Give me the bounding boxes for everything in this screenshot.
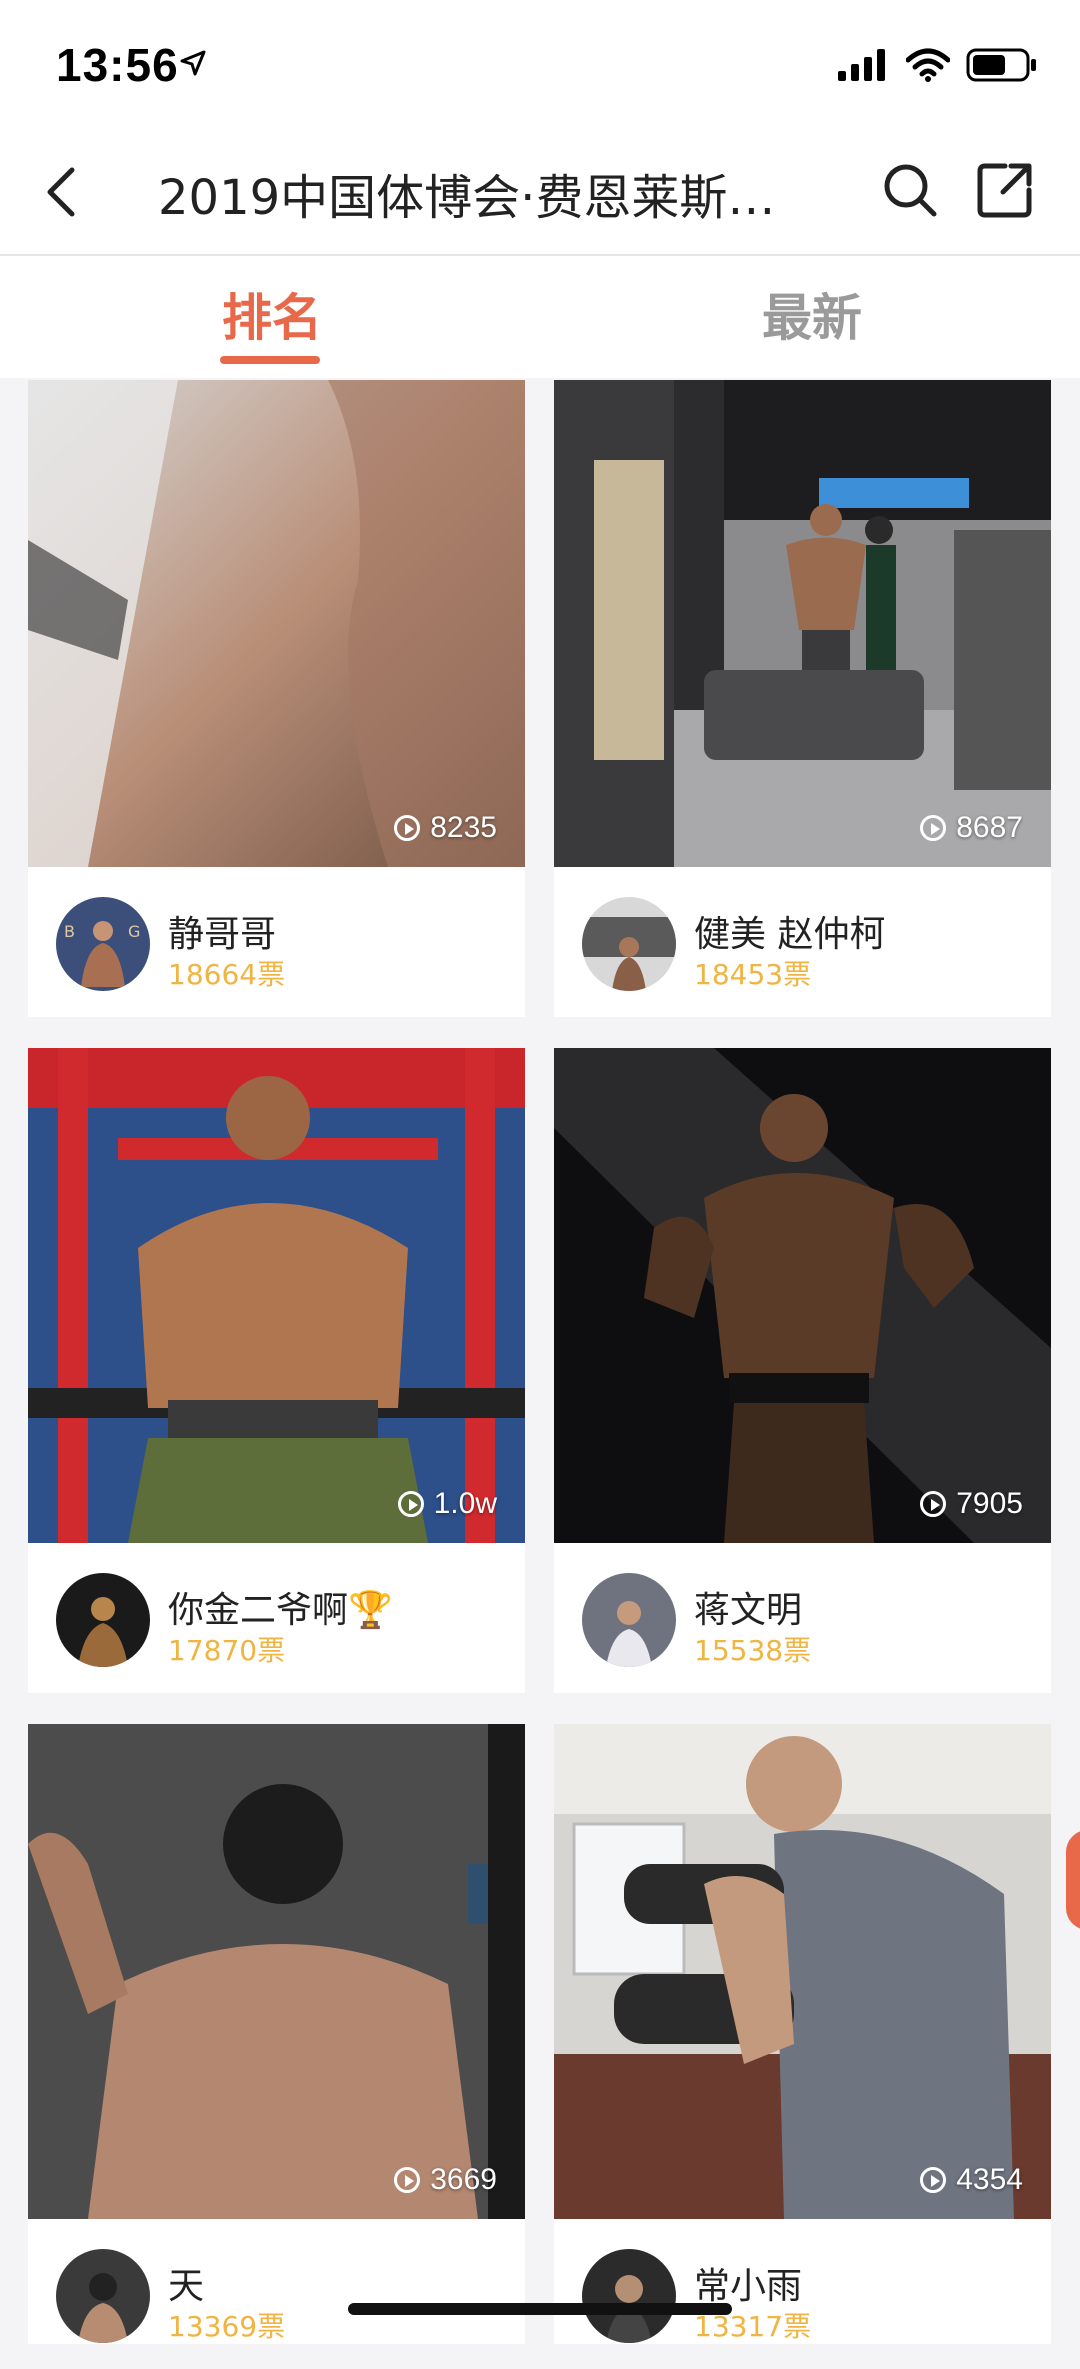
svg-text:B: B	[64, 922, 75, 941]
entry-name[interactable]: 天	[168, 2257, 204, 2309]
entry-card[interactable]: 4354 常小雨 13317票	[554, 1724, 1051, 2344]
play-count-value: 7905	[956, 1487, 1023, 1520]
entry-name[interactable]: 蒋文明	[694, 1581, 802, 1633]
entry-votes: 18453票	[694, 958, 812, 991]
thumbnail-image	[554, 380, 1051, 867]
thumbnail-image	[554, 1724, 1051, 2219]
avatar[interactable]: B G	[56, 897, 150, 991]
play-icon	[394, 815, 421, 841]
video-thumbnail[interactable]: 7905	[554, 1048, 1051, 1543]
tab-latest[interactable]: 最新	[762, 278, 862, 350]
play-icon	[394, 2167, 421, 2193]
entry-votes: 13369票	[168, 2310, 286, 2343]
play-icon	[920, 2167, 947, 2193]
thumbnail-image	[28, 1048, 525, 1543]
status-time: 13:56	[56, 39, 179, 91]
entry-card[interactable]: 7905 蒋文明 15538票	[554, 1048, 1051, 1693]
video-thumbnail[interactable]: 8235	[28, 380, 525, 867]
video-thumbnail[interactable]: 4354	[554, 1724, 1051, 2219]
avatar[interactable]	[582, 1573, 676, 1667]
entry-info: 健美 赵仲柯 18453票	[554, 867, 1051, 1017]
avatar[interactable]	[582, 897, 676, 991]
thumbnail-image	[28, 1724, 525, 2219]
play-count: 8687	[920, 811, 1023, 845]
play-count: 1.0w	[397, 1487, 497, 1521]
entry-votes: 17870票	[168, 1634, 286, 1667]
play-icon	[397, 1491, 424, 1517]
page-title: 2019中国体博会·费恩莱斯…	[158, 170, 776, 226]
location-arrow-icon	[180, 50, 206, 76]
play-count-value: 8687	[956, 811, 1023, 844]
entry-name[interactable]: 你金二爷啊🏆	[168, 1581, 393, 1633]
status-bar: 13:56	[0, 0, 1080, 130]
play-count: 8235	[394, 811, 497, 845]
entry-name[interactable]: 健美 赵仲柯	[694, 905, 885, 957]
signal-icon	[838, 49, 885, 81]
entry-card[interactable]: 1.0w 你金二爷啊🏆 17870票	[28, 1048, 525, 1693]
entry-votes: 18664票	[168, 958, 286, 991]
tab-bar: 排名 最新	[0, 256, 1080, 378]
video-thumbnail[interactable]: 1.0w	[28, 1048, 525, 1543]
entry-name[interactable]: 静哥哥	[168, 905, 276, 957]
back-icon[interactable]	[40, 160, 84, 224]
floating-action-button[interactable]	[1066, 1830, 1080, 1930]
entry-card[interactable]: 8235 B G 静哥哥 18664票	[28, 380, 525, 1017]
entry-info: 你金二爷啊🏆 17870票	[28, 1543, 525, 1693]
search-icon[interactable]	[880, 160, 940, 220]
play-count-value: 3669	[430, 2163, 497, 2196]
entry-info: 蒋文明 15538票	[554, 1543, 1051, 1693]
thumbnail-image	[28, 380, 525, 867]
play-count: 3669	[394, 2163, 497, 2197]
play-count: 7905	[920, 1487, 1023, 1521]
entry-votes: 15538票	[694, 1634, 812, 1667]
svg-text:G: G	[128, 922, 140, 941]
thumbnail-image	[554, 1048, 1051, 1543]
active-tab-indicator	[220, 356, 320, 364]
play-count-value: 4354	[956, 2163, 1023, 2196]
entry-info: B G 静哥哥 18664票	[28, 867, 525, 1017]
avatar[interactable]	[56, 2249, 150, 2343]
avatar[interactable]	[56, 1573, 150, 1667]
share-icon[interactable]	[975, 160, 1035, 220]
wifi-icon	[906, 48, 950, 82]
entry-name[interactable]: 常小雨	[694, 2257, 802, 2309]
play-icon	[920, 815, 947, 841]
tab-ranking[interactable]: 排名	[222, 278, 322, 350]
entry-card[interactable]: 8687 健美 赵仲柯 18453票	[554, 380, 1051, 1017]
play-icon	[920, 1491, 947, 1517]
home-indicator[interactable]	[348, 2303, 732, 2315]
nav-bar: 2019中国体博会·费恩莱斯…	[0, 130, 1080, 256]
play-count: 4354	[920, 2163, 1023, 2197]
avatar[interactable]	[582, 2249, 676, 2343]
play-count-value: 8235	[430, 811, 497, 844]
entry-info: 天 13369票	[28, 2219, 525, 2369]
video-thumbnail[interactable]: 3669	[28, 1724, 525, 2219]
entry-info: 常小雨 13317票	[554, 2219, 1051, 2369]
battery-icon	[966, 48, 1036, 82]
video-thumbnail[interactable]: 8687	[554, 380, 1051, 867]
play-count-value: 1.0w	[433, 1487, 497, 1520]
entry-card[interactable]: 3669 天 13369票	[28, 1724, 525, 2344]
